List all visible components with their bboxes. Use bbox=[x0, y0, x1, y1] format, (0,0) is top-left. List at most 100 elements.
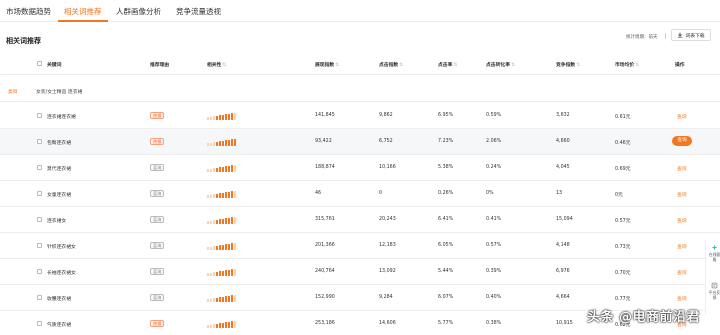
relevance-bar bbox=[225, 114, 227, 120]
relevance-bar bbox=[216, 245, 218, 250]
query-button[interactable]: 查询 bbox=[677, 295, 687, 302]
relevance-bar bbox=[210, 272, 212, 276]
relevance-bar bbox=[231, 191, 233, 198]
relevance-bar bbox=[234, 294, 236, 302]
relevance-bar bbox=[210, 298, 212, 302]
feedback-button[interactable]: 平台反馈 bbox=[708, 282, 720, 300]
relevance-bar bbox=[213, 246, 215, 250]
clicks-cell: 20,243 bbox=[379, 217, 396, 222]
col-relevance[interactable]: 相关性⇅ bbox=[207, 61, 226, 68]
col-price[interactable]: 市场均价⇅ bbox=[615, 61, 639, 68]
exposure-cell: 188,874 bbox=[315, 165, 335, 170]
table-row: 连衣裙连衣裙 热搜 141,845 9,862 6.95% 0.59% 3,632 0.61元… bbox=[0, 103, 720, 129]
tab-competition-traffic[interactable]: 竞争流量透视 bbox=[176, 6, 221, 17]
relevance-bar bbox=[222, 218, 224, 224]
query-button[interactable]: 查询 bbox=[677, 191, 687, 198]
active-tab-indicator bbox=[58, 20, 108, 22]
query-button[interactable]: 查询 bbox=[677, 269, 687, 276]
query-button[interactable]: 查询 bbox=[677, 217, 687, 224]
relevance-bar bbox=[210, 324, 212, 328]
row-checkbox[interactable] bbox=[37, 295, 42, 300]
section-title: 相关词推荐 bbox=[6, 37, 41, 45]
relevance-bar bbox=[207, 143, 209, 146]
col-ctr[interactable]: 点击率⇅ bbox=[438, 61, 457, 68]
relevance-bar bbox=[216, 167, 218, 172]
tab-audience-profile[interactable]: 人群画像分析 bbox=[116, 6, 161, 17]
relevance-bar bbox=[219, 167, 221, 172]
relevance-meter bbox=[207, 242, 239, 250]
relevance-bar bbox=[234, 164, 236, 172]
relevance-bar bbox=[222, 322, 224, 328]
cvr-cell: 0.39% bbox=[486, 269, 502, 274]
row-checkbox[interactable] bbox=[37, 139, 42, 144]
row-checkbox[interactable] bbox=[37, 269, 42, 274]
relevance-bar bbox=[213, 168, 215, 172]
table-row: 莫代连衣裙 蓝海 188,874 10,166 5.38% 0.24% 4,045 0.69元… bbox=[0, 155, 720, 181]
col-competition-label: 竞争指数 bbox=[556, 63, 576, 68]
row-checkbox[interactable] bbox=[37, 191, 42, 196]
relevance-bar bbox=[225, 166, 227, 172]
relevance-bar bbox=[228, 269, 230, 276]
relevance-meter bbox=[207, 216, 239, 224]
relevance-meter bbox=[207, 268, 239, 276]
row-checkbox[interactable] bbox=[37, 165, 42, 170]
col-price-label: 市场均价 bbox=[615, 63, 635, 68]
row-checkbox[interactable] bbox=[37, 217, 42, 222]
price-cell: 0.70元 bbox=[615, 271, 631, 276]
query-button[interactable]: 查询 bbox=[677, 165, 687, 172]
query-button[interactable]: 查询 bbox=[672, 136, 692, 146]
price-cell: 0.61元 bbox=[615, 115, 631, 120]
relevance-bar bbox=[225, 140, 227, 146]
relevance-bar bbox=[225, 218, 227, 224]
col-cvr[interactable]: 点击转化率⇅ bbox=[486, 61, 515, 68]
row-checkbox[interactable] bbox=[37, 321, 42, 326]
row-checkbox[interactable] bbox=[37, 243, 42, 248]
download-wordlist-button[interactable]: 词表下载 bbox=[671, 29, 711, 41]
table-row: 长袖连衣裙女 蓝海 240,764 13,092 5.44% 0.39% 6,976 0.70… bbox=[0, 259, 720, 285]
relevance-bar bbox=[216, 323, 218, 328]
tab-market-trend[interactable]: 市场数据趋势 bbox=[6, 6, 51, 17]
relevance-bar bbox=[225, 322, 227, 328]
price-cell: 0元 bbox=[615, 193, 623, 198]
clicks-cell: 13,092 bbox=[379, 269, 396, 274]
reason-badge: 蓝海 bbox=[150, 164, 165, 171]
relevance-bar bbox=[210, 142, 212, 146]
relevance-bar bbox=[231, 295, 233, 302]
col-exposure[interactable]: 展现指数⇅ bbox=[315, 61, 339, 68]
download-label: 词表下载 bbox=[685, 33, 705, 39]
category-row: 类目 女装/女士精品 连衣裙 bbox=[0, 80, 720, 102]
relevance-bar bbox=[216, 271, 218, 276]
keyword-cell: 长袖连衣裙女 bbox=[47, 271, 76, 276]
col-clicks-label: 点击指数 bbox=[379, 63, 399, 68]
query-button[interactable]: 查询 bbox=[677, 113, 687, 120]
ctr-cell: 5.44% bbox=[438, 269, 454, 274]
relevance-bar bbox=[216, 219, 218, 224]
ctr-cell: 7.23% bbox=[438, 139, 454, 144]
sort-icon: ⇅ bbox=[335, 63, 340, 68]
floating-side-panel: 在线客服 平台反馈 bbox=[705, 240, 720, 315]
tab-bar: 市场数据趋势 相关词推荐 人群画像分析 竞争流量透视 bbox=[0, 0, 720, 22]
customer-service-button[interactable]: 在线客服 bbox=[708, 244, 720, 262]
competition-cell: 4,148 bbox=[556, 243, 570, 248]
query-button[interactable]: 查询 bbox=[677, 243, 687, 250]
cvr-cell: 0.57% bbox=[486, 243, 502, 248]
relevance-bar bbox=[222, 244, 224, 250]
col-competition[interactable]: 竞争指数⇅ bbox=[556, 61, 580, 68]
relevance-bar bbox=[222, 270, 224, 276]
download-icon bbox=[678, 32, 683, 38]
row-checkbox[interactable] bbox=[37, 113, 42, 118]
ctr-cell: 0.26% bbox=[438, 191, 454, 196]
col-clicks[interactable]: 点击指数⇅ bbox=[379, 61, 403, 68]
clicks-cell: 14,606 bbox=[379, 321, 396, 326]
tab-related-words[interactable]: 相关词推荐 bbox=[64, 6, 102, 17]
col-cvr-label: 点击转化率 bbox=[486, 63, 510, 68]
relevance-bar bbox=[207, 247, 209, 250]
select-all-checkbox[interactable] bbox=[37, 61, 42, 66]
relevance-bar bbox=[228, 139, 230, 146]
relevance-bar bbox=[219, 297, 221, 302]
cvr-cell: 0.38% bbox=[486, 321, 502, 326]
ctr-cell: 6.41% bbox=[438, 217, 454, 222]
relevance-bar bbox=[222, 192, 224, 198]
relevance-bar bbox=[207, 169, 209, 172]
relevance-bar bbox=[213, 220, 215, 224]
